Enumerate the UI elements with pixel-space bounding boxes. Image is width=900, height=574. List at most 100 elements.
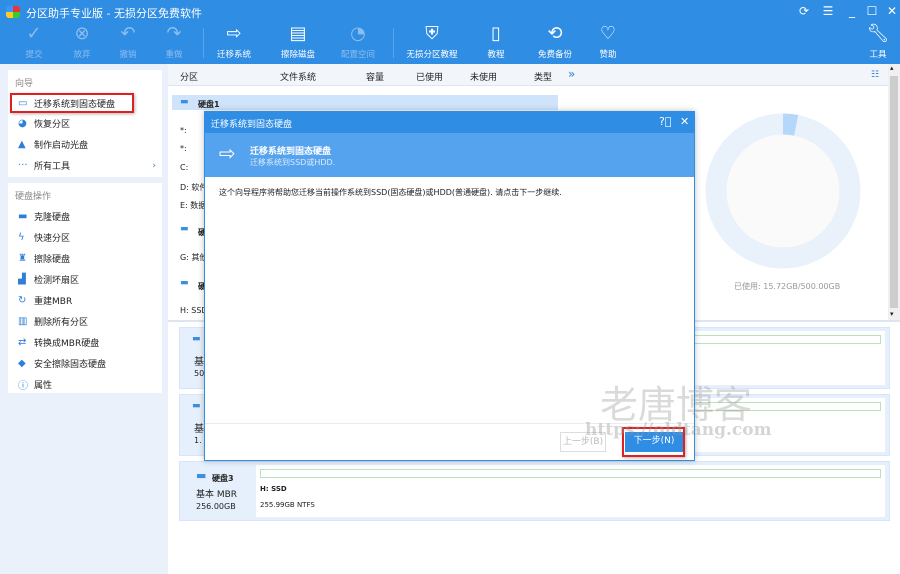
toolbar-tutorial[interactable]: ▯ 教程 <box>466 22 526 60</box>
bootdisk-icon: ▲ <box>18 139 26 150</box>
more-icon: ··· <box>18 160 28 171</box>
sidebar-item-migrate-ssd[interactable]: ▭ 迁移系统到固态硬盘 <box>10 93 134 113</box>
book-icon: ▯ <box>491 23 501 44</box>
disk1-row[interactable] <box>172 95 558 110</box>
toolbar-sponsor[interactable]: ♡ 赞助 <box>578 22 638 60</box>
toolbar-tutorial-lossless[interactable]: ⛨ 无损分区教程 <box>392 22 472 60</box>
toolbar-allocate[interactable]: ◔ 配置空间 <box>328 22 388 60</box>
wrench-icon: 🔧︎ <box>866 23 890 44</box>
backup-icon: ⟲ <box>547 23 563 44</box>
migrate-icon: ⇨ <box>226 23 242 44</box>
clone-icon: ▬ <box>18 211 28 222</box>
disk-ops-panel: 硬盘操作 ▬ 克隆硬盘 ϟ 快速分区 ♜ 擦除硬盘 ▟ 检测坏扇区 ↻ 重建MBR ▥ 删除… <box>8 183 162 393</box>
title-bar: 分区助手专业版 - 无损分区免费软件 ⟳ ☰ _ ☐ ✕ ✓ 提交 ⊗ 放弃 ↶ 撤销… <box>0 0 900 64</box>
minimize-button[interactable]: _ <box>844 4 860 18</box>
sidebar-item-quick-partition[interactable]: ϟ 快速分区 <box>8 227 162 248</box>
partition-detail: 255.99GB NTFS <box>260 501 315 509</box>
menu-icon[interactable]: ☰ <box>820 4 836 18</box>
view-toggle-icon[interactable]: ☷ <box>871 70 879 80</box>
sidebar-item-secure-erase[interactable]: ◆ 安全擦除固态硬盘 <box>8 353 162 374</box>
close-button[interactable]: ✕ <box>884 4 900 18</box>
convert-icon: ⇄ <box>18 337 27 348</box>
disk-size: 256.00GB <box>196 502 236 511</box>
partition-label: H: SSD <box>260 485 287 493</box>
disk-size: 50 <box>194 369 205 378</box>
sidebar-item-wipe[interactable]: ♜ 擦除硬盘 <box>8 248 162 269</box>
dialog-title-bar: 迁移系统到固态硬盘 ?⃝ ✕ <box>205 112 694 133</box>
disk-type: 基本 MBR <box>196 490 238 500</box>
redo-icon: ↷ <box>166 23 182 44</box>
chevron-right-icon: › <box>152 160 156 171</box>
allocate-icon: ◔ <box>350 23 366 44</box>
sidebar-item-bootdisk[interactable]: ▲ 制作启动光盘 <box>8 134 162 155</box>
partition-row[interactable]: *: <box>180 126 187 135</box>
sidebar-item-delete-all[interactable]: ▥ 删除所有分区 <box>8 311 162 332</box>
col-partition[interactable]: 分区 <box>180 70 198 83</box>
toolbar-redo[interactable]: ↷ 重做 <box>144 22 204 60</box>
disk-icon: ▬ <box>192 334 201 344</box>
donut-track <box>705 113 861 269</box>
partition-row[interactable]: C: <box>180 163 188 172</box>
scroll-up-icon[interactable]: ▴ <box>890 64 894 72</box>
partition-map[interactable]: H: SSD 255.99GB NTFS <box>256 465 885 517</box>
usage-label: 已使用: 15.72GB/500.00GB <box>734 282 841 291</box>
dialog-body: 这个向导程序将帮助您迁移当前操作系统到SSD(固态硬盘)或HDD(普通硬盘). … <box>219 188 562 197</box>
disk-icon: ▬ <box>196 469 207 482</box>
usage-donut <box>705 113 861 269</box>
refresh-icon[interactable]: ⟳ <box>796 4 812 18</box>
migrate-icon: ⇨ <box>219 141 236 165</box>
more-columns-button[interactable]: » <box>568 67 575 81</box>
heart-icon: ♡ <box>599 23 617 44</box>
disk-card[interactable]: ▬ 硬盘3 基本 MBR 256.00GB H: SSD 255.99GB NT… <box>179 461 890 521</box>
vertical-scrollbar[interactable]: ▴ ▾ <box>888 64 900 320</box>
info-icon: ⓘ <box>18 381 28 392</box>
sidebar-item-bad-sector[interactable]: ▟ 检测坏扇区 <box>8 269 162 290</box>
toolbar-wipe-disk[interactable]: ▤ 擦除磁盘 <box>268 22 328 60</box>
window-title: 分区助手专业版 - 无损分区免费软件 <box>26 7 202 20</box>
rebuild-icon: ↻ <box>18 295 27 306</box>
sidebar-item-rebuild-mbr[interactable]: ↻ 重建MBR <box>8 290 162 311</box>
sidebar-item-recover[interactable]: ◕ 恢复分区 <box>8 113 162 134</box>
scroll-down-icon[interactable]: ▾ <box>890 310 894 318</box>
sidebar-item-clone[interactable]: ▬ 克隆硬盘 <box>8 206 162 227</box>
toolbar-migrate[interactable]: ⇨ 迁移系统 <box>204 22 264 60</box>
scrollbar-thumb[interactable] <box>890 76 898 308</box>
watermark-url: https://oldtang.com <box>585 420 772 440</box>
toolbar-tools[interactable]: 🔧︎ 工具 <box>848 22 900 60</box>
recover-icon: ◕ <box>18 118 27 129</box>
col-used[interactable]: 已使用 <box>416 70 443 83</box>
disk-icon: ▬ <box>180 97 189 107</box>
disk-size: 1. <box>194 436 202 445</box>
disk-icon: ▬ <box>180 278 189 288</box>
partition-row[interactable]: *: <box>180 144 187 153</box>
disk-icon: ▬ <box>180 224 189 234</box>
migrate-icon: ▭ <box>18 97 28 109</box>
dialog-subheading: 迁移系统到SSD或HDD. <box>250 158 336 167</box>
disk-type: 基 <box>194 424 204 435</box>
dialog-title: 迁移系统到固态硬盘 <box>211 120 293 130</box>
sidebar-item-convert-mbr[interactable]: ⇄ 转换成MBR硬盘 <box>8 332 162 353</box>
maximize-button[interactable]: ☐ <box>864 4 880 18</box>
wipe-icon: ♜ <box>18 253 27 264</box>
wizard-title: 向导 <box>15 79 34 89</box>
col-free[interactable]: 未使用 <box>470 70 497 83</box>
col-capacity[interactable]: 容量 <box>366 70 384 83</box>
disk-type: 基 <box>194 357 204 368</box>
eraser-icon: ◆ <box>18 358 26 369</box>
sidebar-item-all-tools[interactable]: ··· 所有工具 › <box>8 155 162 176</box>
disk-name: 硬盘3 <box>212 474 234 483</box>
dialog-heading: 迁移系统到固态硬盘 <box>250 147 332 157</box>
app-logo-icon <box>6 6 20 18</box>
sidebar-item-properties[interactable]: ⓘ 属性 <box>8 374 162 395</box>
partition-row[interactable]: E: 数据 <box>180 200 206 211</box>
table-header: 分区 文件系统 容量 已使用 未使用 类型 » ☷ <box>168 64 888 86</box>
col-type[interactable]: 类型 <box>534 70 552 83</box>
toolbar-backup[interactable]: ⟲ 免费备份 <box>525 22 585 60</box>
help-icon[interactable]: ?⃝ <box>659 115 671 128</box>
col-filesystem[interactable]: 文件系统 <box>280 70 316 83</box>
disk-ops-title: 硬盘操作 <box>15 192 52 202</box>
dialog-close-button[interactable]: ✕ <box>680 115 689 128</box>
scan-icon: ▟ <box>18 274 26 285</box>
lightning-icon: ϟ <box>18 232 25 243</box>
wizard-panel: 向导 ▭ 迁移系统到固态硬盘 ◕ 恢复分区 ▲ 制作启动光盘 ··· 所有工具 › <box>8 70 162 177</box>
